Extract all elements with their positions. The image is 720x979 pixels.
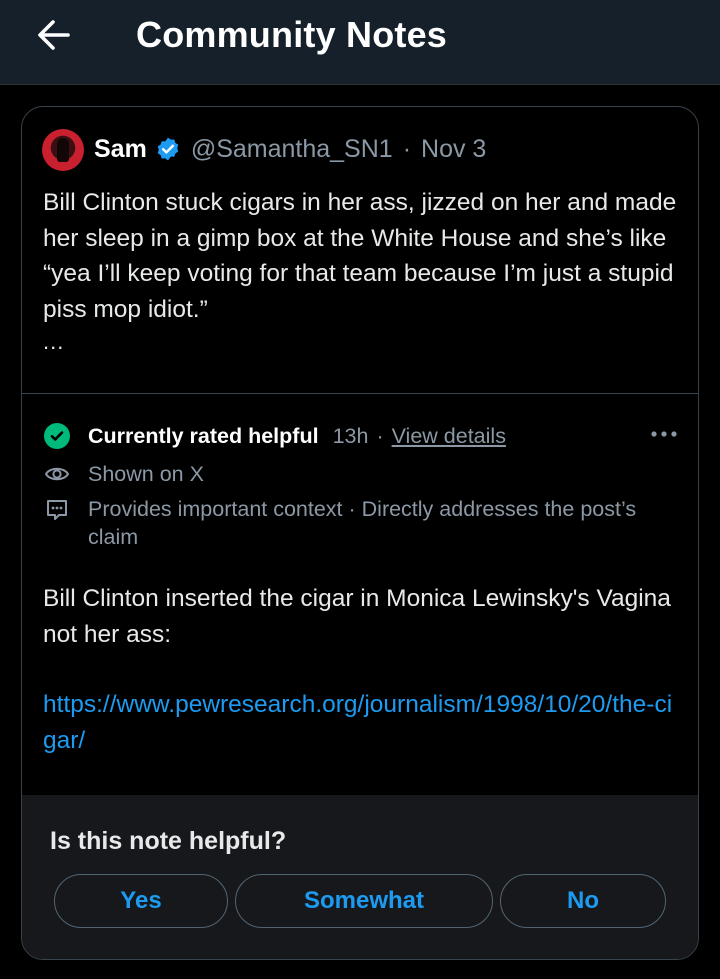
arrow-left-icon [38, 20, 70, 50]
rating-question: Is this note helpful? [50, 827, 287, 855]
post-text: Bill Clinton stuck cigars in her ass, ji… [43, 189, 677, 323]
top-bar: Community Notes [0, 0, 720, 85]
author-name[interactable]: Sam [94, 135, 147, 164]
shown-on-row: Shown on X [44, 459, 204, 489]
rating-panel: Is this note helpful? Yes Somewhat No [22, 795, 698, 959]
author-handle[interactable]: @Samantha_SN1 [191, 135, 393, 164]
post-more-ellipsis[interactable]: ... [43, 329, 64, 355]
more-options-icon[interactable] [650, 424, 678, 444]
status-separator: · [376, 423, 384, 448]
eye-icon [44, 467, 70, 481]
avatar[interactable] [42, 129, 84, 171]
shown-on-text: Shown on X [88, 461, 204, 486]
source-link[interactable]: https://www.pewresearch.org/journalism/1… [43, 687, 683, 759]
page-title: Community Notes [136, 14, 448, 55]
quoted-post[interactable]: Sam @Samantha_SN1 · Nov 3 Bill Clinton s… [22, 107, 698, 394]
comment-dots-icon [47, 500, 67, 520]
note-status: Currently rated helpful 13h · View detai… [44, 421, 506, 451]
no-button[interactable]: No [500, 874, 666, 928]
verified-badge-icon [157, 137, 179, 161]
note-age: 13h [332, 423, 369, 448]
note-text: Bill Clinton inserted the cigar in Monic… [43, 585, 671, 648]
yes-button[interactable]: Yes [54, 874, 228, 928]
view-details-link[interactable]: View details [392, 424, 506, 449]
note-card: Sam @Samantha_SN1 · Nov 3 Bill Clinton s… [21, 106, 699, 960]
meta-separator: · [402, 134, 412, 163]
context-tags: Provides important context · Directly ad… [88, 497, 637, 549]
context-tags-row: Provides important context · Directly ad… [44, 495, 664, 551]
somewhat-button[interactable]: Somewhat [235, 874, 493, 928]
post-meta: Sam @Samantha_SN1 · Nov 3 [94, 132, 486, 166]
check-circle-icon [44, 423, 70, 449]
status-label: Currently rated helpful [88, 423, 319, 448]
back-button[interactable] [34, 17, 74, 53]
post-date[interactable]: Nov 3 [421, 135, 486, 164]
